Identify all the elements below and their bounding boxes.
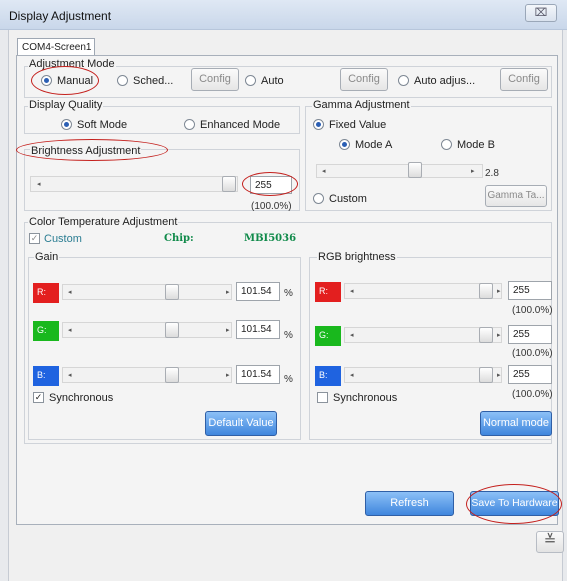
rgb-green-percent: (100.0%)	[512, 348, 553, 359]
auto-adjust-label: Auto adjus...	[414, 75, 476, 87]
auto-radio[interactable]	[245, 75, 256, 86]
soft-mode-radio[interactable]	[61, 119, 72, 130]
gain-green-right-arrow-icon[interactable]: ▸	[226, 326, 230, 334]
schedule-radio[interactable]	[117, 75, 128, 86]
refresh-button[interactable]: Refresh	[365, 491, 454, 516]
gamma-label: Gamma Adjustment	[312, 99, 411, 111]
gain-red-slider-track[interactable]	[62, 284, 232, 300]
gain-blue-unit: %	[284, 374, 293, 385]
gain-red-slider-thumb[interactable]	[165, 284, 179, 300]
highlight-ring-save	[466, 484, 562, 524]
window-title: Display Adjustment	[9, 9, 112, 23]
gain-red-value-field[interactable]: 101.54	[236, 282, 280, 301]
gamma-custom-label: Custom	[329, 193, 367, 205]
mode-a-radio[interactable]	[339, 139, 350, 150]
rgb-blue-right-arrow-icon[interactable]: ▸	[497, 371, 501, 379]
close-button[interactable]: ⌧	[525, 4, 557, 22]
rgb-sync-label: Synchronous	[333, 392, 398, 404]
gain-red-swatch: R:	[33, 283, 59, 303]
gain-blue-slider-track[interactable]	[62, 367, 232, 383]
mode-a-label: Mode A	[355, 139, 393, 151]
brightness-percent: (100.0%)	[251, 201, 292, 212]
gain-blue-value-field[interactable]: 101.54	[236, 365, 280, 384]
normal-mode-button[interactable]: Normal mode	[480, 411, 552, 436]
enhanced-mode-label: Enhanced Mode	[200, 119, 281, 131]
gamma-value: 2.8	[485, 168, 499, 179]
rgb-red-right-arrow-icon[interactable]: ▸	[497, 287, 501, 295]
color-temp-custom-checkbox[interactable]: ✓	[29, 233, 40, 244]
config-button-auto[interactable]: Config	[340, 68, 388, 91]
gamma-table-button[interactable]: Gamma Ta...	[485, 185, 547, 207]
rgb-green-left-arrow-icon[interactable]: ◂	[350, 331, 354, 339]
enhanced-mode-radio[interactable]	[184, 119, 195, 130]
gain-green-swatch: G:	[33, 321, 59, 341]
brightness-slider-thumb[interactable]	[222, 176, 236, 192]
gain-sync-label: Synchronous	[49, 392, 114, 404]
fixed-value-label: Fixed Value	[329, 119, 387, 131]
gain-red-right-arrow-icon[interactable]: ▸	[226, 288, 230, 296]
fixed-value-radio[interactable]	[313, 119, 324, 130]
rgb-red-swatch: R:	[315, 282, 341, 302]
gain-blue-right-arrow-icon[interactable]: ▸	[226, 371, 230, 379]
rgb-sync-checkbox[interactable]	[317, 392, 328, 403]
rgb-green-right-arrow-icon[interactable]: ▸	[497, 331, 501, 339]
display-quality-label: Display Quality	[28, 99, 104, 111]
gamma-slider-thumb[interactable]	[408, 162, 422, 178]
auto-label: Auto	[261, 75, 284, 87]
gamma-slider-track[interactable]	[316, 164, 483, 178]
gain-red-unit: %	[284, 288, 293, 299]
rgb-blue-left-arrow-icon[interactable]: ◂	[350, 371, 354, 379]
auto-adjust-radio[interactable]	[398, 75, 409, 86]
gain-green-slider-track[interactable]	[62, 322, 232, 338]
rgb-red-slider-thumb[interactable]	[479, 283, 493, 299]
mode-b-label: Mode B	[457, 139, 495, 151]
gamma-left-arrow-icon[interactable]: ◂	[322, 167, 326, 175]
gain-sync-checkbox[interactable]: ✓	[33, 392, 44, 403]
gain-green-value-field[interactable]: 101.54	[236, 320, 280, 339]
rgb-green-value-field[interactable]: 255	[508, 325, 552, 344]
gain-green-unit: %	[284, 330, 293, 341]
rgb-blue-value-field[interactable]: 255	[508, 365, 552, 384]
highlight-ring-manual	[31, 66, 99, 95]
color-temp-label: Color Temperature Adjustment	[28, 216, 179, 228]
chip-label: Chip:	[164, 233, 194, 244]
rgb-blue-swatch: B:	[315, 366, 341, 386]
mode-b-radio[interactable]	[441, 139, 452, 150]
rgb-blue-slider-thumb[interactable]	[479, 367, 493, 383]
brightness-slider-track[interactable]	[30, 176, 238, 192]
brightness-left-arrow-icon[interactable]: ◂	[37, 180, 41, 188]
soft-mode-label: Soft Mode	[77, 119, 128, 131]
tab-com4-screen1[interactable]: COM4-Screen1	[17, 38, 95, 56]
gamma-right-arrow-icon[interactable]: ▸	[471, 167, 475, 175]
rgb-red-left-arrow-icon[interactable]: ◂	[350, 287, 354, 295]
gain-red-left-arrow-icon[interactable]: ◂	[68, 288, 72, 296]
gain-blue-swatch: B:	[33, 366, 59, 386]
rgb-green-swatch: G:	[315, 326, 341, 346]
gain-green-slider-thumb[interactable]	[165, 322, 179, 338]
gain-blue-left-arrow-icon[interactable]: ◂	[68, 371, 72, 379]
gain-blue-slider-thumb[interactable]	[165, 367, 179, 383]
rgb-blue-percent: (100.0%)	[512, 389, 553, 400]
gain-green-left-arrow-icon[interactable]: ◂	[68, 326, 72, 334]
schedule-label: Sched...	[133, 75, 174, 87]
color-temp-custom-label: Custom	[44, 233, 82, 245]
rgb-red-value-field[interactable]: 255	[508, 281, 552, 300]
gain-label: Gain	[34, 251, 60, 263]
rgb-brightness-label: RGB brightness	[317, 251, 397, 263]
rgb-red-percent: (100.0%)	[512, 305, 553, 316]
gamma-custom-radio[interactable]	[313, 193, 324, 204]
expand-chevron-icon[interactable]: ≚	[536, 531, 564, 553]
highlight-ring-brightness	[16, 139, 168, 161]
chip-value: MBI5036	[244, 233, 297, 244]
default-value-button[interactable]: Default Value	[205, 411, 277, 436]
config-button-schedule[interactable]: Config	[191, 68, 239, 91]
config-button-auto-adjust[interactable]: Config	[500, 68, 548, 91]
highlight-ring-brightness-value	[242, 172, 298, 196]
rgb-green-slider-thumb[interactable]	[479, 327, 493, 343]
